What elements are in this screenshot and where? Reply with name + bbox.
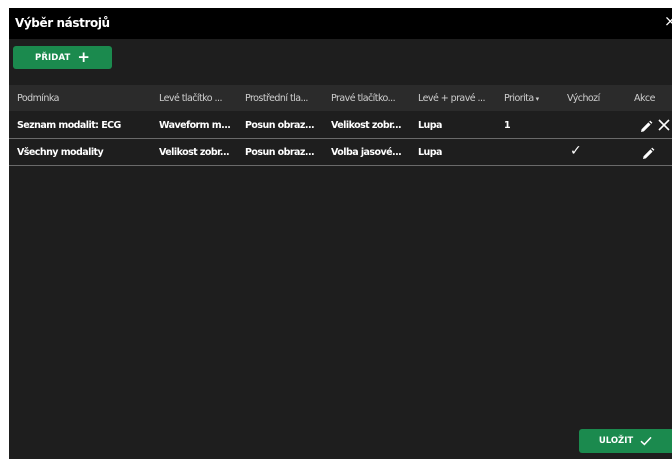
add-button[interactable]: PŘIDAT + [13,46,112,69]
pencil-icon[interactable] [639,120,653,134]
cell-right-button: Velikost zobr... [331,120,402,131]
cell-left-right-button: Lupa [418,147,442,158]
default-checkmark-icon: ✓ [570,143,582,159]
close-icon[interactable]: × [664,14,672,29]
column-header-left-right-button[interactable]: Levé + pravé ... [418,93,493,104]
tool-selection-dialog: Výběr nástrojů × PŘIDAT + Podmínka Levé … [9,8,672,459]
column-header-right-button[interactable]: Pravé tlačítko... [331,93,406,104]
column-header-condition[interactable]: Podmínka [17,93,147,104]
column-header-middle-button[interactable]: Prostřední tla... [245,93,320,104]
sort-caret-icon: ▾ [535,95,540,103]
column-header-left-button[interactable]: Levé tlačítko ... [159,93,234,104]
column-header-default[interactable]: Výchozí [567,93,622,104]
cell-condition: Seznam modalit: ECG [17,120,121,131]
cell-left-right-button: Lupa [418,120,442,131]
save-button[interactable]: ULOŽIT [579,429,672,453]
delete-icon[interactable] [657,118,671,132]
column-header-priority[interactable]: Priorita ▾ [504,93,559,104]
cell-priority: 1 [504,120,511,131]
add-button-label: PŘIDAT [35,52,71,63]
cell-left-button: Velikost zobr... [159,147,230,158]
cell-right-button: Volba jasové... [331,147,402,158]
column-header-priority-label: Priorita [504,93,534,104]
cell-left-button: Waveform m... [159,120,231,131]
dialog-titlebar: Výběr nástrojů × [9,8,672,39]
column-header-actions: Akce [634,93,655,104]
cell-middle-button: Posun obraz... [245,147,315,158]
plus-icon: + [77,48,90,66]
table-row[interactable]: Seznam modalit: ECG Waveform m... Posun … [9,112,672,139]
table-header: Podmínka Levé tlačítko ... Prostřední tl… [9,85,672,111]
pencil-icon[interactable] [641,147,655,161]
save-button-label: ULOŽIT [598,436,634,446]
table-row[interactable]: Všechny modality Velikost zobr... Posun … [9,139,672,166]
cell-condition: Všechny modality [17,147,104,158]
dialog-title: Výběr nástrojů [15,16,110,30]
checkmark-icon [640,436,652,446]
cell-middle-button: Posun obraz... [245,120,315,131]
